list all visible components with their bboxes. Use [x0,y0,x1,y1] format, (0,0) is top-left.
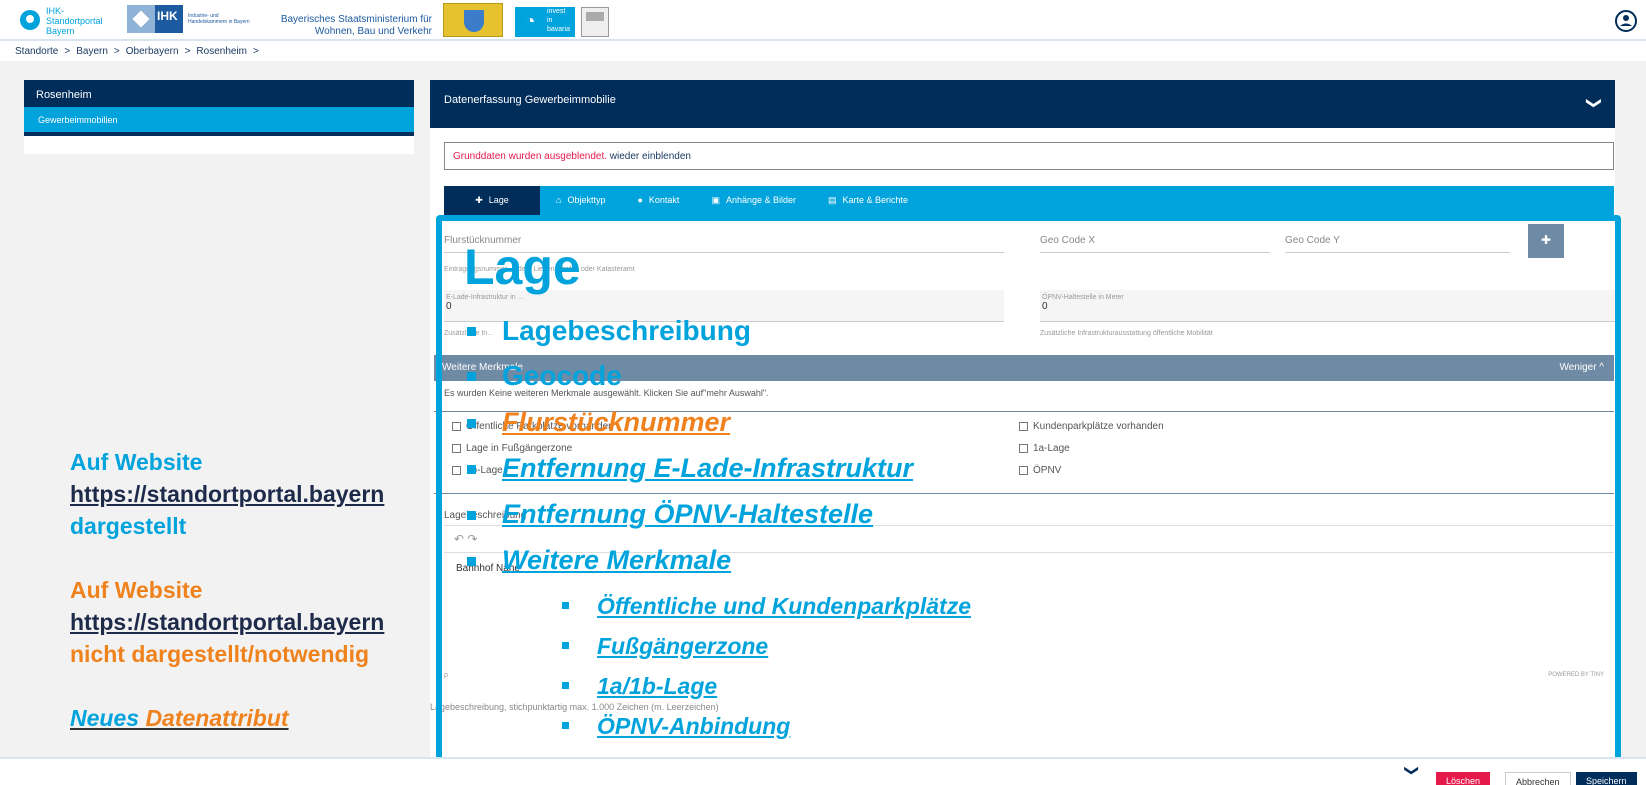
legend-new-prefix: Neues [70,705,146,731]
tab-karte[interactable]: ▤ Karte & Berichte [812,186,924,216]
bullet-icon [467,372,476,381]
footer-bar [0,757,1646,785]
overlay-item-e-lade: Entfernung E-Lade-Infrastruktur [502,453,914,483]
breadcrumb-standorte[interactable]: Standorte [15,46,58,57]
overlay-item-flurstuecknummer: Flurstücknummer [502,407,731,437]
invest-line-1: invest [547,8,566,15]
sidebar-item-gewerbeimmobilien[interactable]: Gewerbeimmobilien [24,107,414,136]
breadcrumb-bayern[interactable]: Bayern [76,46,108,57]
breadcrumb-separator: > [113,46,120,57]
breadcrumb-separator: > [64,46,71,57]
report-icon: ▤ [828,195,837,205]
app-root: IHK-Standortportal Bayern IHK Industrie-… [0,0,1646,785]
bullet-icon [467,419,476,428]
delete-button[interactable]: Löschen [1436,772,1491,785]
grunddaten-notice: Grunddaten wurden ausgeblendet. wieder e… [444,142,1614,170]
invest-line-2: in [547,17,553,24]
bavarian-coat-of-arms-icon [443,3,503,37]
legend-neues-datenattribut: Neues Datenattribut [70,702,289,734]
ihk-sub: Industrie- und Handelskammern in Bayern [188,13,250,25]
tab-kontakt[interactable]: ● Kontakt [621,186,695,216]
panel-title: Datenerfassung Gewerbeimmobilie [430,80,1615,128]
breadcrumb-separator: > [184,46,191,57]
legend-nicht-dargestellt: Auf Website https://standortportal.bayer… [70,574,384,670]
tab-karte-label: Karte & Berichte [842,195,909,205]
ministry-line-2: Wohnen, Bau und Verkehr [314,26,432,37]
tab-lage[interactable]: ✚ Lage [444,186,540,216]
user-account-icon[interactable] [1615,10,1637,32]
overlay-item-weitere-merkmale: Weitere Merkmale [502,545,732,575]
sidebar-title[interactable]: Rosenheim [24,80,414,107]
ministry-name: Bayerisches Staatsministerium für Wohnen… [262,14,432,38]
legend-orange-line-1: Auf Website [70,577,203,603]
legend-blue-line-1: Auf Website [70,449,203,475]
bullet-icon [467,327,476,336]
legend-dargestellt: Auf Website https://standortportal.bayer… [70,446,384,542]
ihk-label: IHK [155,5,183,33]
breadcrumb-separator: > [253,46,259,57]
legend-blue-line-3: dargestellt [70,513,187,539]
bullet-icon [562,682,569,689]
bullet-icon [467,511,476,520]
bullet-icon [467,557,476,566]
show-grunddaten-link[interactable]: wieder einblenden [610,151,691,162]
save-button[interactable]: Speichern [1576,772,1637,785]
bullet-icon [562,642,569,649]
tab-anhaenge[interactable]: ▣ Anhänge & Bilder [695,186,812,216]
bullet-icon [467,465,476,474]
overlay-item-geocode: Geocode [502,360,622,391]
legend-orange-line-3: nicht dargestellt/notwendig [70,641,370,667]
portal-name: IHK-Standortportal Bayern [46,6,103,36]
images-icon: ▣ [711,195,720,205]
top-bar: IHK-Standortportal Bayern IHK Industrie-… [0,0,1646,41]
tab-lage-label: Lage [488,195,509,205]
bullet-icon [562,722,569,729]
legend-orange-link[interactable]: https://standortportal.bayern [70,606,384,638]
tab-bar: ✚ Lage ⌂ Objekttyp ● Kontakt ▣ Anhänge & Bil… [444,186,1614,216]
ihk-logo[interactable]: IHK Industrie- und Handelskammern in Bay… [127,5,258,33]
legend-blue-link[interactable]: https://standortportal.bayern [70,478,384,510]
sidebar: Rosenheim Gewerbeimmobilien [24,80,414,154]
tab-kontakt-label: Kontakt [648,195,680,205]
map-pin-icon [20,10,40,30]
tab-objekttyp[interactable]: ⌂ Objekttyp [540,186,621,216]
breadcrumb-rosenheim[interactable]: Rosenheim [196,46,247,57]
home-icon: ⌂ [556,195,562,205]
overlay-subitem-1a1b-lage: 1a/1b-Lage [597,673,718,699]
overlay-subitem-parkplaetze: Öffentliche und Kundenparkplätze [597,593,971,619]
tab-objekttyp-label: Objekttyp [567,195,606,205]
cancel-button[interactable]: Abbrechen [1505,772,1571,785]
overlay-subitem-fussgaengerzone: Fußgängerzone [597,633,769,659]
breadcrumb-oberbayern[interactable]: Oberbayern [126,46,179,57]
ihk-diamond-icon [127,5,155,33]
invest-line-3: bavaria [547,26,570,33]
overlay-item-lagebeschreibung: Lagebeschreibung [502,315,751,346]
pin-icon: ✚ [475,195,483,205]
overlay-subitem-oepnv-anbindung: ÖPNV-Anbindung [597,713,791,739]
chevron-down-icon[interactable]: ❯ [1403,765,1420,777]
invest-badge-icon: ◔ [515,7,545,37]
partner-logo-icon [581,7,609,37]
invest-in-bavaria-logo[interactable]: ◔ invest in bavaria [515,7,577,37]
invest-label: invest in bavaria [545,7,575,37]
person-icon: ● [637,195,643,205]
overlay-heading: Lage [464,239,581,295]
breadcrumb: Standorte > Bayern > Oberbayern > Rosenheim… [15,46,259,57]
portal-logo[interactable]: IHK-Standortportal Bayern [18,6,108,36]
legend-new-word: Datenattribut [145,705,289,731]
notice-text: Grunddaten wurden ausgeblendet. [453,151,608,162]
tab-anhaenge-label: Anhänge & Bilder [725,195,797,205]
overlay-item-oepnv-haltestelle: Entfernung ÖPNV-Haltestelle [502,499,874,529]
chevron-down-icon[interactable]: ❯ [1586,97,1604,110]
ministry-line-1: Bayerisches Staatsministerium für [280,14,432,25]
bullet-icon [562,602,569,609]
